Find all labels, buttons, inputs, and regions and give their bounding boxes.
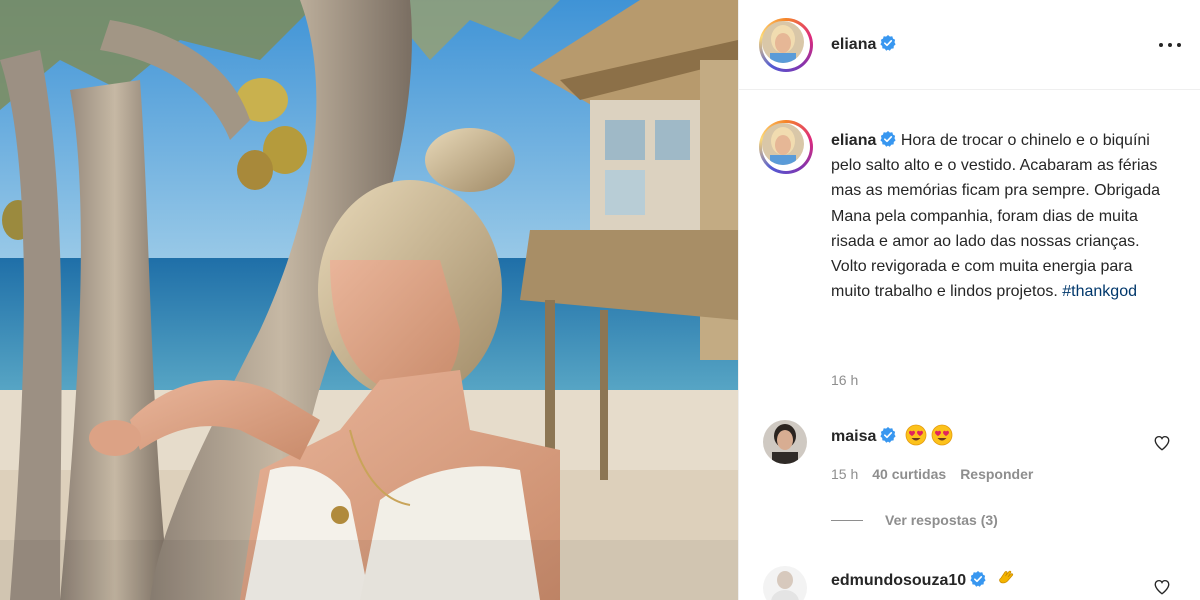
more-options-icon[interactable]: [1159, 38, 1181, 52]
hashtag-link[interactable]: #thankgod: [1062, 283, 1137, 300]
verified-badge-icon: [880, 131, 896, 147]
heart-eyes-emoji: [905, 424, 927, 446]
commenter-avatar[interactable]: [763, 420, 807, 464]
heart-eyes-emoji: [931, 424, 953, 446]
caption-username[interactable]: eliana: [831, 132, 876, 149]
comment-timestamp[interactable]: 15 h: [831, 466, 858, 482]
comment-meta: 15 h 40 curtidas Responder: [831, 466, 1047, 482]
like-comment-heart-icon[interactable]: [1153, 578, 1171, 596]
view-replies-button[interactable]: Ver respostas (3): [831, 512, 998, 528]
post-header: eliana: [739, 0, 1200, 90]
replies-divider: [831, 519, 863, 521]
post-details-panel: eliana eliana Hora de trocar o chinelo e…: [738, 0, 1200, 600]
reply-button[interactable]: Responder: [960, 466, 1033, 482]
commenter-username[interactable]: maisa: [831, 428, 876, 445]
comment-likes[interactable]: 40 curtidas: [872, 466, 946, 482]
comment-body: edmundosouza10: [831, 568, 1017, 590]
author-username-link[interactable]: eliana: [831, 35, 896, 54]
verified-badge-icon: [970, 571, 986, 587]
caption-text: eliana Hora de trocar o chinelo e o biqu…: [831, 128, 1171, 304]
like-comment-heart-icon[interactable]: [1153, 434, 1171, 452]
verified-badge-icon: [880, 427, 896, 443]
author-avatar[interactable]: [759, 18, 813, 72]
view-replies-label: Ver respostas (3): [885, 512, 998, 528]
caption-author-avatar[interactable]: [759, 120, 813, 174]
comment-body: maisa: [831, 424, 953, 446]
caption-body: Hora de trocar o chinelo e o biquíni pel…: [831, 132, 1160, 301]
verified-badge-icon: [880, 35, 896, 51]
post-photo[interactable]: [0, 0, 738, 600]
commenter-username[interactable]: edmundosouza10: [831, 572, 966, 589]
clapping-hands-emoji: [998, 570, 1013, 584]
commenter-avatar[interactable]: [763, 566, 807, 600]
post-timestamp[interactable]: 16 h: [831, 372, 858, 388]
beach-photo-illustration: [0, 0, 738, 600]
author-username[interactable]: eliana: [831, 36, 876, 53]
